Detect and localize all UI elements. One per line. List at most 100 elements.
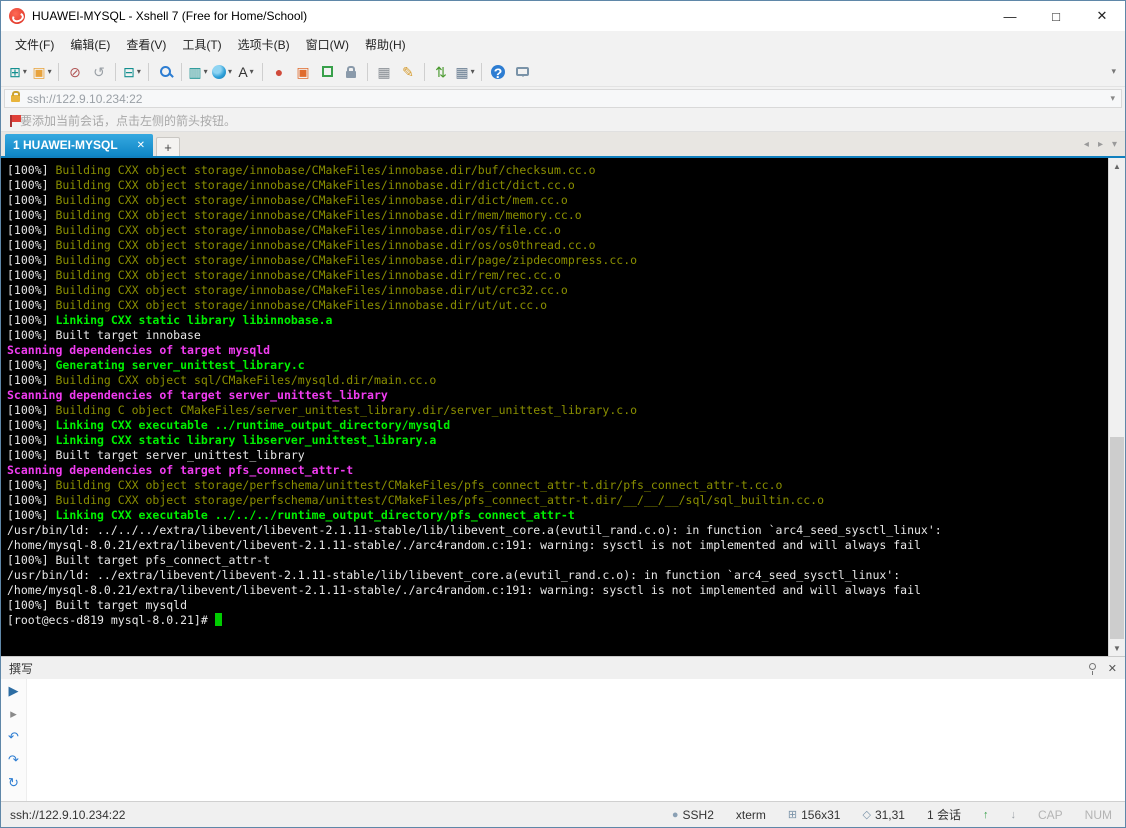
terminal-line: [100%] Linking CXX executable ../runtime… [7, 418, 1108, 433]
address-dropdown-icon[interactable]: ▾ [1110, 93, 1115, 104]
protocol-indicator-label: SSH2 [683, 808, 714, 822]
terminal-text: [root@ecs-d819 mysql-8.0.21]# [7, 613, 215, 627]
maximize-button[interactable]: □ [1033, 1, 1079, 31]
protocol-indicator-icon: ● [672, 809, 679, 821]
terminal-line: [100%] Building CXX object sql/CMakeFile… [7, 373, 1108, 388]
reconnect-button[interactable]: ↺ [88, 60, 110, 84]
compose-body: ▶ ▸ ↶ ↷ ↻ [1, 679, 1125, 801]
address-field[interactable]: ssh://122.9.10.234:22 ▾ [4, 89, 1122, 108]
scroll-down-button[interactable]: ▼ [1109, 640, 1125, 656]
caps-lock-indicator: CAP [1038, 808, 1063, 822]
virtual-keypad-button[interactable]: ▦ [373, 60, 395, 84]
toolbar-overflow-icon[interactable]: ▾ [1111, 66, 1120, 77]
terminal[interactable]: [100%] Building CXX object storage/innob… [1, 158, 1125, 656]
new-tab-button[interactable]: ▥▾ [187, 60, 209, 84]
terminal-text: [100%] [7, 433, 55, 447]
menu-item[interactable]: 文件(F) [7, 32, 62, 57]
terminal-line: [root@ecs-d819 mysql-8.0.21]# [7, 613, 1108, 628]
menu-item[interactable]: 窗口(W) [298, 32, 357, 57]
tile-windows-icon: ▦ [455, 64, 468, 80]
feedback-button[interactable] [511, 60, 533, 84]
compose-input[interactable] [27, 679, 1125, 801]
font-button[interactable]: A▾ [235, 60, 257, 84]
terminal-line: [100%] Building CXX object storage/innob… [7, 223, 1108, 238]
font-icon: A [238, 64, 247, 80]
terminal-text: Building CXX object storage/innobase/CMa… [55, 178, 574, 192]
window-controls: — □ ✕ [987, 1, 1125, 31]
terminal-line: [100%] Building CXX object storage/innob… [7, 163, 1108, 178]
compose-close-icon[interactable]: ✕ [1108, 662, 1117, 675]
new-session-button[interactable]: ⊞▾ [7, 60, 29, 84]
pin-icon[interactable] [1089, 663, 1096, 670]
terminal-text: Generating server_unittest_library.c [55, 358, 304, 372]
terminal-text: Linking CXX executable ../runtime_output… [55, 418, 450, 432]
tab-list-icon[interactable]: ▾ [1112, 139, 1117, 150]
file-transfer-button[interactable]: ⇅ [430, 60, 452, 84]
num-lock-indicator-label: NUM [1085, 808, 1112, 822]
menu-item[interactable]: 工具(T) [174, 32, 229, 57]
status-up-arrow[interactable]: ↑ [983, 809, 989, 821]
toolbar-separator [424, 63, 425, 81]
status-down-arrow[interactable]: ↓ [1010, 809, 1016, 821]
menu-item[interactable]: 选项卡(B) [230, 32, 298, 57]
fullscreen-icon [322, 66, 333, 77]
session-properties-button[interactable]: ⊟▾ [121, 60, 143, 84]
window-title: HUAWEI-MYSQL - Xshell 7 (Free for Home/S… [32, 9, 307, 23]
open-folder-icon: ▣ [32, 64, 45, 80]
terminal-line: [100%] Built target mysqld [7, 598, 1108, 613]
menu-item[interactable]: 编辑(E) [62, 32, 118, 57]
open-folder-button[interactable]: ▣▾ [31, 60, 53, 84]
log-record-button[interactable]: ● [268, 60, 290, 84]
send-icon[interactable]: ▶ [9, 684, 19, 698]
terminal-text: [100%] [7, 478, 55, 492]
lock-screen-button[interactable] [340, 60, 362, 84]
tab-close-icon[interactable]: ✕ [123, 140, 145, 151]
terminal-line: Scanning dependencies of target mysqld [7, 343, 1108, 358]
lock-screen-icon [346, 71, 356, 78]
undo-arrow-icon[interactable]: ↶ [8, 730, 19, 744]
help-button[interactable]: ? [487, 60, 509, 84]
disconnect-button[interactable]: ⊘ [64, 60, 86, 84]
terminal-text: Linking CXX static library libserver_uni… [55, 433, 436, 447]
find-icon [160, 66, 171, 77]
fullscreen-button[interactable] [316, 60, 338, 84]
tab-huawei-mysql[interactable]: 1 HUAWEI-MYSQL ✕ [5, 134, 153, 156]
tab-scroll-right-icon[interactable]: ▸ [1098, 139, 1103, 150]
terminal-line: Scanning dependencies of target pfs_conn… [7, 463, 1108, 478]
close-button[interactable]: ✕ [1079, 1, 1125, 31]
terminal-text: Linking CXX executable ../../../runtime_… [55, 508, 574, 522]
menu-bar: 文件(F)编辑(E)查看(V)工具(T)选项卡(B)窗口(W)帮助(H) [1, 31, 1125, 57]
terminal-line: /usr/bin/ld: ../../../extra/libevent/lib… [7, 523, 1108, 538]
terminal-scrollbar[interactable]: ▲ ▼ [1108, 158, 1125, 656]
scroll-up-button[interactable]: ▲ [1109, 158, 1125, 174]
terminal-text: [100%] [7, 508, 55, 522]
tab-scroll-left-icon[interactable]: ◂ [1084, 139, 1089, 150]
find-button[interactable] [154, 60, 176, 84]
status-up-arrow-icon: ↑ [983, 809, 989, 821]
redo-arrow-icon[interactable]: ↷ [8, 753, 19, 767]
terminal-text: /home/mysql-8.0.21/extra/libevent/libeve… [7, 538, 921, 552]
quick-command-button[interactable]: ▣ [292, 60, 314, 84]
history-refresh-icon[interactable]: ↻ [8, 776, 19, 790]
terminal-text: Building CXX object storage/innobase/CMa… [55, 253, 637, 267]
tile-windows-button[interactable]: ▦▾ [454, 60, 476, 84]
terminal-line: /home/mysql-8.0.21/extra/libevent/libeve… [7, 538, 1108, 553]
menu-item[interactable]: 帮助(H) [357, 32, 414, 57]
highlight-pen-button[interactable]: ✎ [397, 60, 419, 84]
terminal-text: [100%] [7, 313, 55, 327]
menu-item[interactable]: 查看(V) [118, 32, 174, 57]
terminal-text: Building CXX object storage/innobase/CMa… [55, 238, 595, 252]
expand-icon[interactable]: ▸ [10, 707, 17, 721]
minimize-button[interactable]: — [987, 1, 1033, 31]
terminal-type-indicator: xterm [736, 808, 766, 822]
scrollbar-thumb[interactable] [1110, 437, 1124, 639]
terminal-text: [100%] [7, 208, 55, 222]
terminal-text: [100%] [7, 193, 55, 207]
terminal-text: Building CXX object storage/innobase/CMa… [55, 223, 560, 237]
new-tab-icon: ▥ [188, 64, 201, 80]
toolbar-separator [115, 63, 116, 81]
terminal-line: [100%] Building CXX object storage/innob… [7, 298, 1108, 313]
title-bar: HUAWEI-MYSQL - Xshell 7 (Free for Home/S… [1, 1, 1125, 31]
encoding-globe-button[interactable]: ▾ [211, 60, 233, 84]
new-tab-button[interactable]: + [156, 137, 180, 156]
